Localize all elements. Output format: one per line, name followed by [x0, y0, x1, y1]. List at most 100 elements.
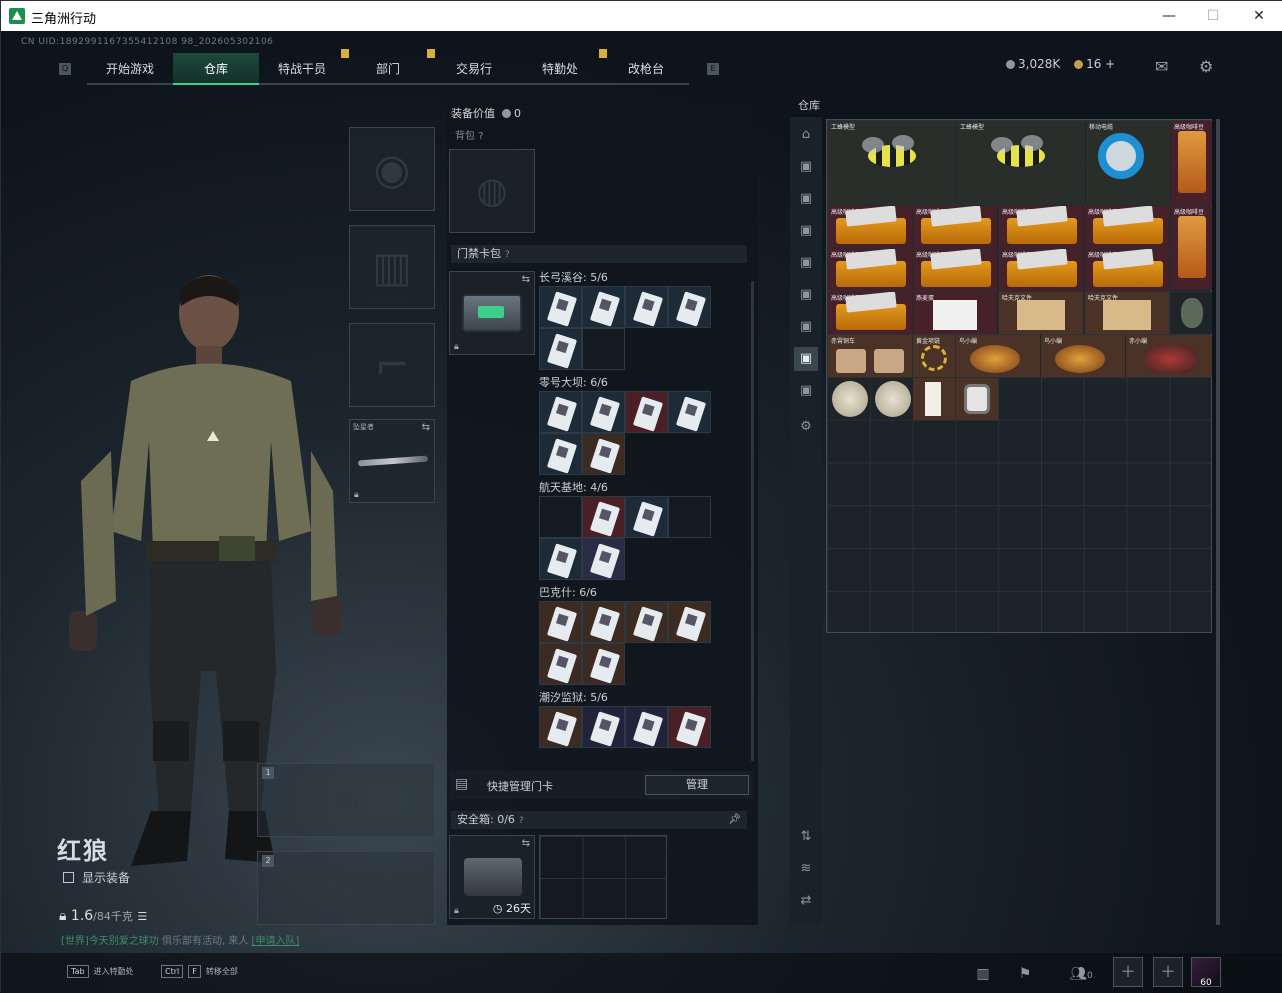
close-button[interactable]: ✕	[1239, 5, 1279, 27]
settings-gear-icon[interactable]: ⚙	[1199, 57, 1213, 76]
item-anti[interactable]: 燕麦蛋	[913, 292, 997, 334]
add-friend-button[interactable]: +	[1153, 957, 1183, 987]
checkbox[interactable]	[63, 872, 74, 883]
tab-gunsmith[interactable]: 改枪台	[603, 53, 689, 85]
enter-special-ops-hint[interactable]: Tab 进入特勤处	[67, 965, 134, 978]
nav-next-key[interactable]: E	[707, 63, 719, 75]
help-icon[interactable]: ?	[478, 131, 483, 142]
keycard-scrollbar[interactable]	[751, 281, 754, 761]
item-coffee-case[interactable]: 高级咖啡豆	[913, 249, 997, 291]
keycard[interactable]	[539, 643, 582, 685]
layers-icon[interactable]: ≋	[794, 857, 818, 881]
keycard[interactable]	[582, 538, 625, 580]
safebox-grid[interactable]	[539, 835, 667, 919]
pin-icon[interactable]: 📌︎	[728, 811, 741, 829]
mail-icon[interactable]: ✉	[1155, 57, 1168, 76]
tab-operators[interactable]: 特战干员	[259, 49, 349, 85]
manage-button[interactable]: 管理	[645, 775, 749, 795]
tab-department[interactable]: 部门	[345, 49, 435, 85]
team-icon[interactable]: 👥︎0	[1061, 961, 1101, 987]
swap-icon[interactable]: ⇆	[522, 838, 530, 849]
keycard[interactable]	[582, 601, 625, 643]
add-friend-button[interactable]: +	[1113, 957, 1143, 987]
item-coffee-case[interactable]: 高级咖啡豆	[1085, 206, 1169, 248]
keycard[interactable]	[625, 706, 668, 748]
item-document[interactable]: 哈夫克文件	[999, 292, 1083, 334]
sort-icon[interactable]: ⇅	[794, 825, 818, 849]
keycard[interactable]	[625, 496, 668, 538]
swap-icon[interactable]: ⇆	[422, 422, 430, 433]
keycard[interactable]	[582, 391, 625, 433]
tab-all-icon[interactable]: ⌂	[794, 123, 818, 147]
maximize-button[interactable]: ☐	[1193, 5, 1233, 27]
player-avatar[interactable]: 60	[1191, 957, 1221, 988]
item-coffee-case[interactable]: 高级咖啡豆	[828, 206, 912, 248]
keycard[interactable]	[582, 496, 625, 538]
nav-prev-key[interactable]: Q	[59, 63, 71, 75]
transfer-all-hint[interactable]: Ctrl F 转移全部	[161, 965, 238, 978]
melee-slot[interactable]: 坠星者 ⇆ 🔒︎	[349, 419, 435, 503]
item-bee-model[interactable]: 工蜂模型	[828, 121, 956, 205]
add-currency-button[interactable]: +	[1105, 57, 1115, 71]
tab-storage8-icon[interactable]: ▣	[794, 379, 818, 403]
tab-special-ops[interactable]: 特勤处	[517, 49, 607, 85]
tab-storage1-icon[interactable]: ▣	[794, 155, 818, 179]
keycard[interactable]	[539, 706, 582, 748]
item-coffee-bag[interactable]: 高级咖啡豆	[1171, 121, 1212, 205]
warehouse-scrollbar[interactable]	[1216, 119, 1220, 925]
keycard[interactable]	[582, 433, 625, 475]
primary-weapon-slot-1[interactable]: 1 ▭	[257, 763, 435, 837]
keycard[interactable]	[668, 706, 711, 748]
item-coffee-case[interactable]: 高级咖啡豆	[999, 249, 1083, 291]
backpack-slot[interactable]: ◍	[449, 149, 535, 233]
flag-icon[interactable]: ⚑	[1011, 961, 1039, 987]
item-coin[interactable]	[828, 378, 870, 420]
item-card[interactable]	[913, 378, 955, 420]
tab-storage5-icon[interactable]: ▣	[794, 283, 818, 307]
empty-keycard-slot[interactable]	[539, 496, 582, 538]
transfer-icon[interactable]: ⇄	[794, 889, 818, 913]
empty-keycard-slot[interactable]	[668, 496, 711, 538]
item-coffee-bag[interactable]: 高级咖啡豆	[1171, 206, 1212, 290]
tab-storage4-icon[interactable]: ▣	[794, 251, 818, 275]
keycard[interactable]	[582, 706, 625, 748]
minimize-button[interactable]: —	[1149, 5, 1189, 27]
item-coin[interactable]	[871, 378, 913, 420]
tab-storage2-icon[interactable]: ▣	[794, 187, 818, 211]
tab-storage6-icon[interactable]: ▣	[794, 315, 818, 339]
item-mk[interactable]: 赤小编	[1126, 335, 1212, 377]
help-icon[interactable]: ?	[505, 250, 510, 260]
keycard-case-slot[interactable]: ⇆ 🔒︎	[449, 271, 535, 355]
tab-start-game[interactable]: 开始游戏	[87, 53, 173, 85]
show-equipment-toggle[interactable]: 显示装备	[63, 869, 130, 886]
keycard[interactable]	[539, 538, 582, 580]
tab-warehouse[interactable]: 仓库	[173, 53, 259, 85]
keycard[interactable]	[668, 286, 711, 328]
safebox-slot[interactable]: ⇆ 🔒︎ ◷ 26天	[449, 835, 535, 919]
keycard[interactable]	[539, 601, 582, 643]
tab-settings-icon[interactable]: ⚙	[794, 415, 818, 439]
item-gold-chain[interactable]: 黄金项链	[913, 335, 955, 377]
item-coffee-case[interactable]: 高级咖啡豆	[828, 292, 912, 334]
item-coffee-case[interactable]: 高级咖啡豆	[828, 249, 912, 291]
armor-slot[interactable]: ▥	[349, 225, 435, 309]
keycard[interactable]	[539, 433, 582, 475]
list-icon[interactable]: ☰	[137, 910, 147, 923]
item-coffee-case[interactable]: 高级咖啡豆	[913, 206, 997, 248]
keycard[interactable]	[625, 601, 668, 643]
keycard[interactable]	[582, 643, 625, 685]
tab-storage7-icon[interactable]: ▣	[794, 347, 818, 371]
item-coffee-case[interactable]: 高级咖啡豆	[1085, 249, 1169, 291]
pistol-slot[interactable]: ⌐	[349, 323, 435, 407]
apply-join-link[interactable]: [申请入队]	[252, 936, 300, 947]
item-bee-model[interactable]: 工蜂模型	[957, 121, 1085, 205]
item-toy-car[interactable]: 赤霄铜车	[828, 335, 912, 377]
keycard[interactable]	[582, 286, 625, 328]
help-icon[interactable]: ?	[519, 816, 524, 826]
empty-keycard-slot[interactable]	[582, 328, 625, 370]
swap-icon[interactable]: ⇆	[522, 274, 530, 285]
keycard[interactable]	[625, 391, 668, 433]
item-document[interactable]: 哈夫克文件	[1085, 292, 1169, 334]
keycard[interactable]	[539, 286, 582, 328]
item-cable-reel[interactable]: 移动电缆	[1086, 121, 1170, 205]
